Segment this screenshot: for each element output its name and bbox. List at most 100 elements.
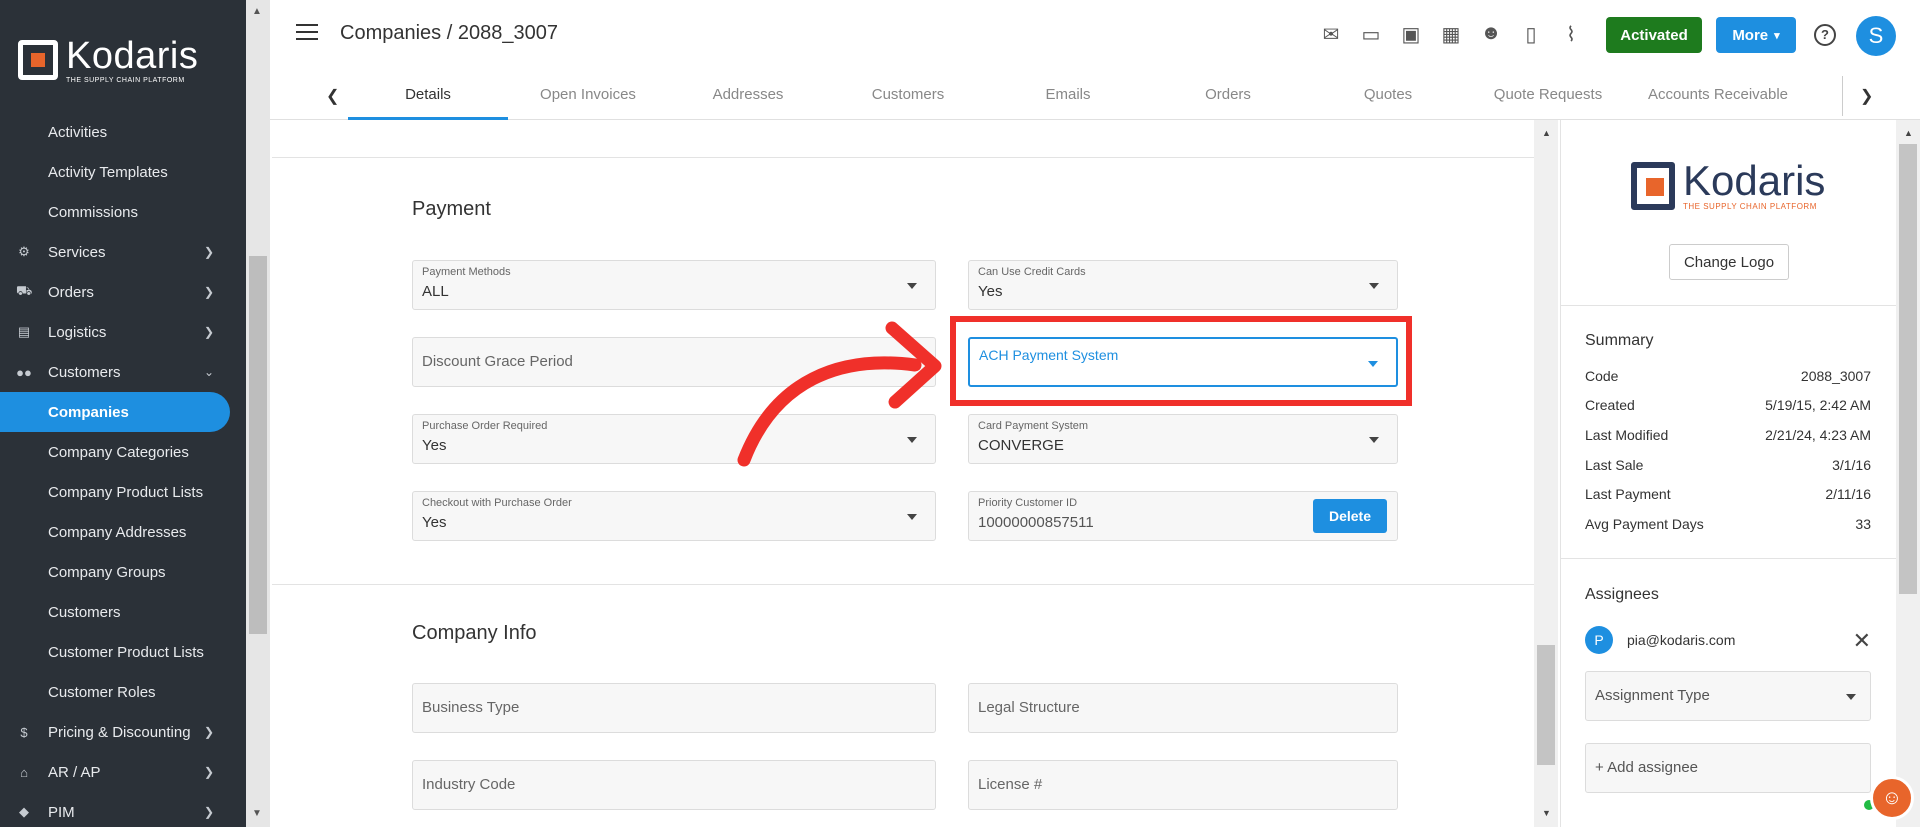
tab-quote-requests[interactable]: Quote Requests — [1468, 86, 1628, 103]
tab-orders[interactable]: Orders — [1148, 86, 1308, 103]
sidebar-item-customer-roles[interactable]: Customer Roles — [0, 672, 232, 712]
scroll-down-icon[interactable]: ▼ — [252, 808, 262, 819]
brand-logo[interactable]: Kodaris THE SUPPLY CHAIN PLATFORM — [0, 0, 246, 120]
tabs-prev-icon[interactable]: ❮ — [326, 86, 339, 106]
sidebar-item-services[interactable]: ⚙ Services ❯ — [0, 232, 232, 272]
field-label: Checkout with Purchase Order — [422, 497, 572, 509]
sidebar-item-label: Customer Roles — [48, 683, 156, 701]
can-use-credit-cards-select[interactable]: Can Use Credit Cards Yes — [968, 260, 1398, 310]
help-icon[interactable]: ? — [1814, 24, 1836, 46]
company-logo-tagline: THE SUPPLY CHAIN PLATFORM — [1683, 202, 1817, 211]
field-placeholder: Discount Grace Period — [422, 353, 573, 370]
logo-mark-icon — [1631, 161, 1675, 210]
sidebar-item-activities[interactable]: Activities — [0, 112, 232, 152]
gift-icon[interactable]: ▣ — [1400, 22, 1422, 47]
summary-value: 3/1/16 — [1832, 457, 1871, 473]
sidebar-item-label: Orders — [48, 283, 94, 301]
summary-row: Last Sale 3/1/16 — [1585, 457, 1871, 473]
remove-assignee-close-icon[interactable]: ✕ — [1853, 628, 1871, 654]
sidebar-item-customers-list[interactable]: Customers — [0, 592, 232, 632]
sidebar-item-label: Services — [48, 243, 106, 261]
delete-button[interactable]: Delete — [1313, 499, 1387, 533]
sidebar-item-label: Activities — [48, 123, 108, 141]
tab-customers[interactable]: Customers — [828, 86, 988, 103]
sidebar-item-company-product-lists[interactable]: Company Product Lists — [0, 472, 232, 512]
sidebar-item-orders[interactable]: ⛟ Orders ❯ — [0, 272, 232, 312]
industry-code-input[interactable]: Industry Code — [412, 760, 936, 810]
dropdown-caret-icon — [907, 283, 917, 289]
summary-title: Summary — [1585, 332, 1654, 349]
license-input[interactable]: License # — [968, 760, 1398, 810]
tab-accounts-receivable[interactable]: Accounts Receivable — [1628, 86, 1808, 103]
right-panel-scrollbar[interactable]: ▲ — [1896, 120, 1920, 827]
field-label: Purchase Order Required — [422, 420, 548, 432]
checkout-with-po-select[interactable]: Checkout with Purchase Order Yes — [412, 491, 936, 541]
building-icon[interactable]: ▦ — [1440, 22, 1462, 47]
chat-support-icon[interactable]: ☺ — [1870, 776, 1914, 820]
person-add-icon[interactable]: ☻ — [1480, 22, 1502, 47]
card-check-icon[interactable]: ▭ — [1360, 22, 1382, 47]
sidebar-item-company-groups[interactable]: Company Groups — [0, 552, 232, 592]
sidebar-item-customer-product-lists[interactable]: Customer Product Lists — [0, 632, 232, 672]
sidebar-item-commissions[interactable]: Commissions — [0, 192, 232, 232]
sidebar-item-label: Pricing & Discounting — [48, 723, 191, 741]
tab-open-invoices[interactable]: Open Invoices — [508, 86, 668, 103]
legal-structure-input[interactable]: Legal Structure — [968, 683, 1398, 733]
assignment-type-select[interactable]: Assignment Type — [1585, 671, 1871, 721]
sidebar-item-company-categories[interactable]: Company Categories — [0, 432, 232, 472]
tab-bar: ❮ Details Open Invoices Addresses Custom… — [270, 72, 1920, 120]
brand-tagline: THE SUPPLY CHAIN PLATFORM — [66, 76, 185, 84]
dropdown-caret-icon — [1369, 437, 1379, 443]
app-root: Kodaris THE SUPPLY CHAIN PLATFORM Activi… — [0, 0, 1920, 827]
company-logo: Kodaris THE SUPPLY CHAIN PLATFORM — [1631, 160, 1825, 211]
scroll-up-icon[interactable]: ▲ — [1904, 128, 1913, 138]
hamburger-menu-icon[interactable] — [296, 24, 318, 40]
main-scrollbar[interactable]: ▲ ▼ — [1534, 120, 1558, 827]
scroll-up-icon[interactable]: ▲ — [1542, 128, 1551, 138]
card-payment-system-select[interactable]: Card Payment System CONVERGE — [968, 414, 1398, 464]
sidebar-scroll-thumb[interactable] — [249, 256, 267, 634]
user-avatar[interactable]: S — [1856, 16, 1896, 56]
summary-row: Code 2088_3007 — [1585, 368, 1871, 384]
sidebar-item-label: Company Groups — [48, 563, 166, 581]
tab-emails[interactable]: Emails — [988, 86, 1148, 103]
mail-icon[interactable]: ✉ — [1320, 22, 1342, 47]
main-scroll-thumb[interactable] — [1537, 645, 1555, 765]
sidebar-item-logistics[interactable]: ▤ Logistics ❯ — [0, 312, 232, 352]
sidebar-item-pricing[interactable]: $ Pricing & Discounting ❯ — [0, 712, 232, 752]
scroll-down-icon[interactable]: ▼ — [1542, 808, 1551, 818]
sidebar-item-label: Customers — [48, 603, 121, 621]
summary-value: 2/11/16 — [1825, 486, 1871, 502]
payment-methods-select[interactable]: Payment Methods ALL — [412, 260, 936, 310]
business-type-input[interactable]: Business Type — [412, 683, 936, 733]
sidebar-item-activity-templates[interactable]: Activity Templates — [0, 152, 232, 192]
tab-addresses[interactable]: Addresses — [668, 86, 828, 103]
sidebar-item-companies[interactable]: Companies — [0, 392, 230, 432]
more-button-label: More — [1732, 26, 1769, 44]
tab-quotes[interactable]: Quotes — [1308, 86, 1468, 103]
add-assignee-input[interactable]: + Add assignee — [1585, 743, 1871, 793]
activated-status-button[interactable]: Activated — [1606, 17, 1702, 53]
sidebar-item-company-addresses[interactable]: Company Addresses — [0, 512, 232, 552]
sidebar-item-pim[interactable]: ◆ PIM ❯ — [0, 792, 232, 827]
field-placeholder: License # — [978, 776, 1043, 793]
scroll-up-icon[interactable]: ▲ — [252, 6, 262, 17]
field-value: 10000000857511 — [978, 514, 1094, 531]
gears-icon: ⚙ — [18, 244, 30, 259]
note-add-icon[interactable]: ▯ — [1520, 22, 1542, 47]
summary-value: 2/21/24, 4:23 AM — [1765, 427, 1871, 443]
field-value: Yes — [978, 283, 1003, 300]
sidebar-item-ar-ap[interactable]: ⌂ AR / AP ❯ — [0, 752, 232, 792]
tab-details[interactable]: Details — [348, 86, 508, 103]
priority-customer-id-field[interactable]: Priority Customer ID 10000000857511 Dele… — [968, 491, 1398, 541]
sidebar-item-customers[interactable]: ●● Customers ⌄ — [0, 352, 232, 392]
more-button[interactable]: More ▾ — [1716, 17, 1796, 53]
sidebar-item-label: Company Addresses — [48, 523, 187, 541]
dropdown-caret-icon — [1369, 283, 1379, 289]
change-logo-button[interactable]: Change Logo — [1669, 244, 1789, 280]
tabs-next-icon[interactable]: ❯ — [1860, 86, 1873, 106]
attachment-icon[interactable]: ⌇ — [1560, 22, 1582, 47]
sidebar-item-label: Company Categories — [48, 443, 189, 461]
chevron-right-icon: ❯ — [203, 285, 214, 299]
right-panel-scroll-thumb[interactable] — [1899, 144, 1917, 594]
